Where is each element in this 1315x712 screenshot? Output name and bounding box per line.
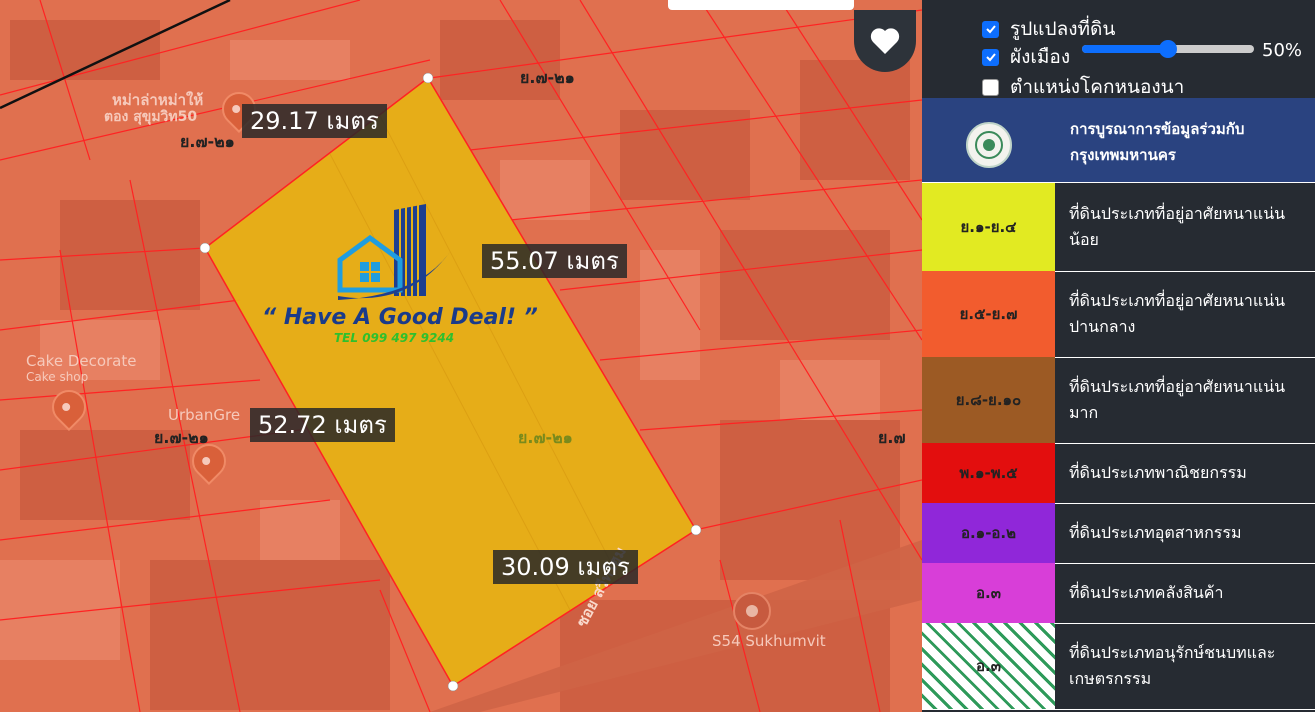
layer-row-cityplan[interactable]: ผังเมือง — [982, 42, 1070, 72]
legend-row: พ.๑-พ.๕ ที่ดินประเภทพาณิชยกรรม — [922, 443, 1315, 504]
layer-checkbox-cityplan[interactable] — [982, 48, 999, 66]
bkk-banner-text: การบูรณาการข้อมูลร่วมกับกรุงเทพมหานคร — [1070, 120, 1245, 164]
legend-description: ที่ดินประเภทที่อยู่อาศัยหนาแน่นน้อย — [1069, 204, 1286, 249]
legend-description: ที่ดินประเภทพาณิชยกรรม — [1069, 463, 1247, 482]
heart-icon — [870, 28, 900, 54]
opacity-slider-thumb[interactable] — [1159, 40, 1177, 58]
legend-description: ที่ดินประเภทคลังสินค้า — [1069, 583, 1224, 602]
legend-row: ย.๘-ย.๑๐ ที่ดินประเภทที่อยู่อาศัยหนาแน่นม… — [922, 357, 1315, 444]
measure-top: 29.17 เมตร — [242, 104, 387, 138]
urban-poi-name: UrbanGre — [168, 406, 241, 424]
legend-description: ที่ดินประเภทที่อยู่อาศัยหนาแน่นปานกลาง — [1069, 291, 1286, 336]
layer-row-parcels[interactable]: รูปแปลงที่ดิน — [982, 14, 1115, 44]
watermark-tel: TEL 099 497 9244 — [334, 331, 455, 345]
map-top-bar — [668, 0, 854, 10]
legend-description: ที่ดินประเภทอุตสาหกรรม — [1069, 523, 1242, 542]
layer-checkbox-khoknongna[interactable] — [982, 78, 999, 96]
zone-label-right-edge: ย.๗ — [878, 428, 906, 447]
favorite-button[interactable] — [854, 10, 916, 72]
legend-swatch: ย.๕-ย.๗ — [922, 271, 1055, 357]
watermark-slogan: “ Have A Good Deal! ” — [262, 305, 538, 330]
opacity-value: 50% — [1262, 40, 1303, 61]
check-icon — [985, 53, 996, 62]
legend-swatch: อ.๓ — [922, 563, 1055, 623]
store-pin-icon[interactable] — [733, 592, 771, 630]
zone-label-center: ย.๗-๒๑ — [518, 428, 573, 447]
check-icon — [985, 25, 996, 34]
restaurant-name-2: ตอง สุขุมวิท50 — [104, 109, 198, 125]
zone-label-top-right: ย.๗-๒๑ — [520, 68, 575, 87]
cake-shop-name: Cake Decorate — [26, 352, 137, 370]
legend-swatch: พ.๑-พ.๕ — [922, 443, 1055, 503]
legend-swatch: อ.๓ — [922, 623, 1055, 709]
legend-row: ย.๑-ย.๔ ที่ดินประเภทที่อยู่อาศัยหนาแน่นน้… — [922, 183, 1315, 272]
bkk-seal-icon — [966, 122, 1012, 168]
legend-swatch: อ.๑-อ.๒ — [922, 503, 1055, 563]
legend-row: อ.๑-อ.๒ ที่ดินประเภทอุตสาหกรรม — [922, 503, 1315, 564]
legend-row: อ.๓ ที่ดินประเภทอนุรักษ์ชนบทและเกษตรกรรม — [922, 623, 1315, 710]
legend-swatch: ย.๘-ย.๑๐ — [922, 357, 1055, 443]
layer-label-cityplan: ผังเมือง — [1010, 46, 1071, 68]
legend-description: ที่ดินประเภทอนุรักษ์ชนบทและเกษตรกรรม — [1069, 643, 1276, 688]
zone-label-top-left: ย.๗-๒๑ — [180, 132, 235, 151]
opacity-slider[interactable] — [1082, 40, 1254, 58]
legend-row: อ.๓ ที่ดินประเภทคลังสินค้า — [922, 563, 1315, 624]
legend-row: ย.๕-ย.๗ ที่ดินประเภทที่อยู่อาศัยหนาแน่นปา… — [922, 271, 1315, 358]
opacity-slider-fill — [1082, 45, 1168, 53]
legend-swatch: ย.๑-ย.๔ — [922, 183, 1055, 271]
measure-bottom: 30.09 เมตร — [493, 550, 638, 584]
legend-description: ที่ดินประเภทที่อยู่อาศัยหนาแน่นมาก — [1069, 377, 1286, 422]
measure-left: 52.72 เมตร — [250, 408, 395, 442]
layer-label-parcels: รูปแปลงที่ดิน — [1010, 18, 1116, 40]
bkk-banner: การบูรณาการข้อมูลร่วมกับกรุงเทพมหานคร — [922, 98, 1315, 183]
store-name: S54 Sukhumvit — [712, 632, 826, 650]
map-view[interactable]: หม่าล่าหม่าให้ ตอง สุขุมวิท50 Cake Decor… — [0, 0, 922, 712]
cake-shop-type: Cake shop — [26, 370, 89, 384]
layer-panel: รูปแปลงที่ดิน ผังเมือง 50% ตำแหน่งโคกหนอ… — [922, 0, 1315, 712]
zone-label-left: ย.๗-๒๑ — [154, 428, 209, 447]
layer-checkbox-parcels[interactable] — [982, 20, 999, 38]
